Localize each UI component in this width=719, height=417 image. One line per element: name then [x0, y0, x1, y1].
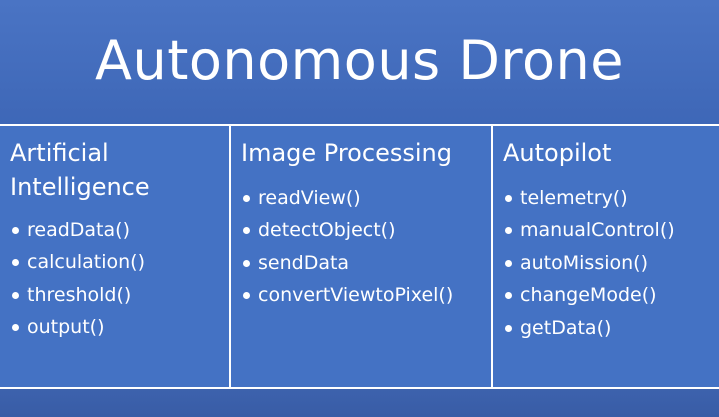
column-autopilot: Autopilot telemetry() manualControl() au… — [491, 126, 719, 387]
bullet-icon — [505, 259, 512, 267]
list-item: output() — [10, 311, 229, 343]
bullet-icon — [505, 195, 512, 202]
title-band: Autonomous Drone — [0, 0, 719, 124]
function-label: output() — [27, 316, 105, 339]
bullet-icon — [505, 292, 512, 300]
function-list: telemetry() manualControl() autoMission(… — [503, 182, 719, 344]
function-label: sendData — [258, 251, 350, 274]
function-label: autoMission() — [520, 251, 648, 274]
list-item: readData() — [10, 214, 229, 246]
function-label: threshold() — [27, 283, 132, 306]
bullet-icon — [12, 227, 19, 234]
list-item: convertViewtoPixel() — [241, 279, 491, 311]
function-label: getData() — [520, 316, 612, 339]
slide-title: Autonomous Drone — [95, 29, 624, 92]
bullet-icon — [12, 259, 19, 267]
module-table: Artificial Intelligence readData() calcu… — [0, 124, 719, 389]
function-label: changeMode() — [520, 284, 657, 307]
column-artificial-intelligence: Artificial Intelligence readData() calcu… — [0, 126, 229, 387]
bullet-icon — [243, 195, 250, 202]
bullet-icon — [505, 227, 512, 235]
list-item: changeMode() — [503, 279, 719, 311]
function-label: calculation() — [27, 251, 145, 274]
function-label: readData() — [27, 219, 130, 241]
list-item: manualControl() — [503, 214, 719, 246]
list-item: calculation() — [10, 246, 229, 278]
list-item: getData() — [503, 312, 719, 344]
list-item: readView() — [241, 182, 491, 214]
column-heading: Autopilot — [503, 139, 612, 167]
bullet-icon — [12, 291, 19, 299]
bullet-icon — [243, 259, 250, 267]
list-item: sendData — [241, 247, 491, 279]
column-heading: Image Processing — [241, 139, 452, 167]
function-label: readView() — [258, 187, 361, 209]
bullet-icon — [12, 324, 19, 332]
list-item: threshold() — [10, 279, 229, 311]
bullet-icon — [243, 292, 250, 300]
bullet-icon — [505, 324, 512, 332]
column-image-processing: Image Processing readView() detectObject… — [229, 126, 491, 387]
list-item: detectObject() — [241, 214, 491, 246]
function-label: telemetry() — [520, 187, 628, 209]
function-list: readView() detectObject() sendData conve… — [241, 182, 491, 312]
list-item: telemetry() — [503, 182, 719, 214]
function-list: readData() calculation() threshold() out… — [10, 214, 229, 344]
function-label: convertViewtoPixel() — [258, 284, 454, 307]
slide-background: Autonomous Drone Artificial Intelligence… — [0, 0, 719, 417]
bottom-band — [0, 389, 719, 417]
column-heading: Artificial Intelligence — [10, 139, 150, 201]
bullet-icon — [243, 227, 250, 235]
function-label: manualControl() — [520, 219, 675, 242]
list-item: autoMission() — [503, 247, 719, 279]
function-label: detectObject() — [258, 219, 396, 242]
